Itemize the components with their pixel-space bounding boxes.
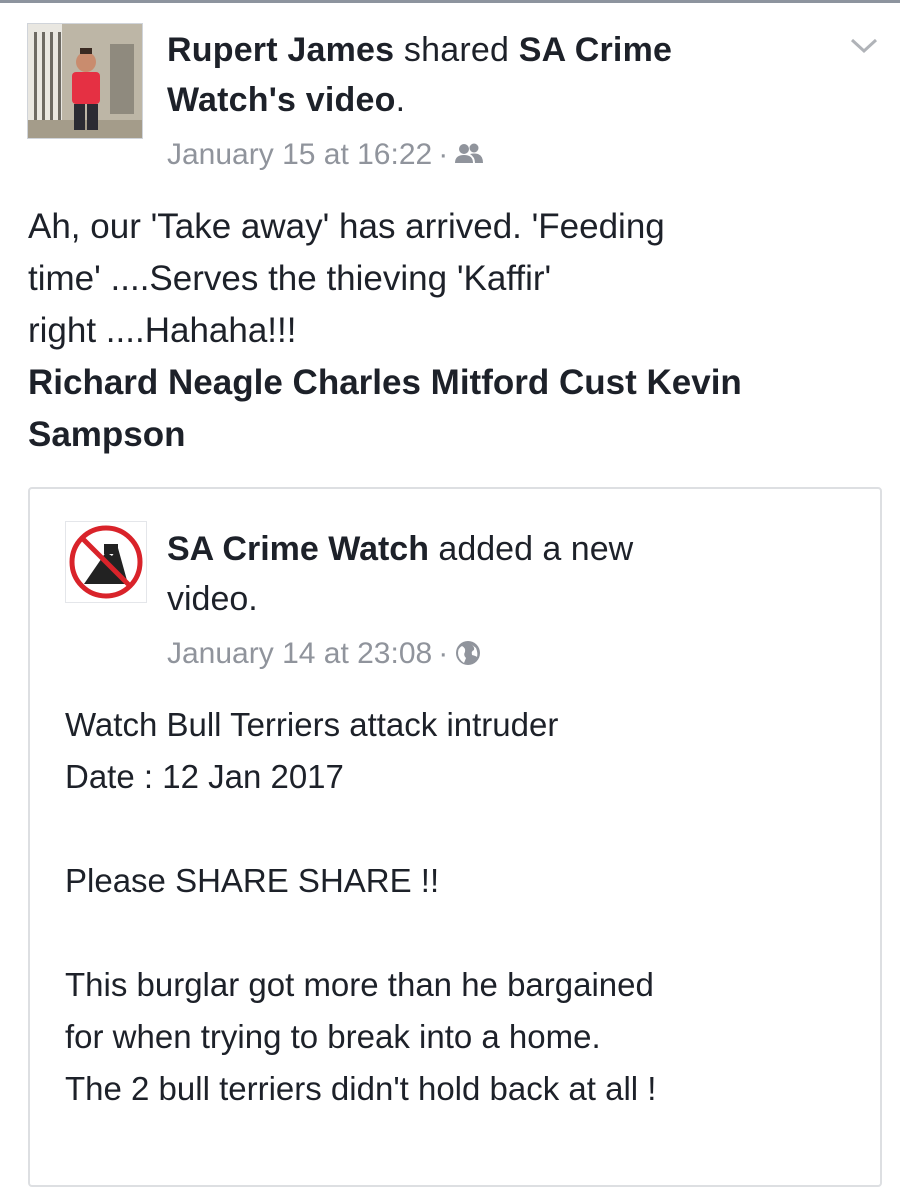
post-timestamp[interactable]: January 15 at 16:22	[167, 138, 432, 171]
action-text-cont: video.	[167, 580, 258, 618]
header-period: .	[395, 81, 406, 119]
tagged-people: Richard Neagle Charles Mitford Cust Kevi…	[28, 357, 888, 461]
page-avatar[interactable]	[65, 521, 147, 603]
post-meta: January 15 at 16:22 ·	[167, 133, 484, 177]
tag-link[interactable]: Charles Mitford Cust	[293, 363, 637, 402]
post-text-line: right ....Hahaha!!!	[28, 311, 297, 350]
profile-photo	[28, 24, 142, 138]
post-text-line: Ah, our 'Take away' has arrived. 'Feedin…	[28, 207, 665, 246]
meta-separator: ·	[438, 138, 449, 171]
tag-link[interactable]: Kevin	[646, 363, 741, 402]
shared-post-card[interactable]: SA Crime Watch added a new video. Januar…	[28, 487, 882, 1187]
tag-link[interactable]: Richard Neagle	[28, 363, 283, 402]
tag-link[interactable]: Sampson	[28, 415, 186, 454]
author-avatar[interactable]	[27, 23, 143, 139]
action-text: added a new	[428, 530, 634, 568]
top-divider	[0, 0, 900, 3]
post-text-line: time' ....Serves the thieving 'Kaffir'	[28, 259, 552, 298]
no-burglar-icon	[69, 525, 143, 599]
author-name-link[interactable]: Rupert James	[167, 31, 394, 69]
post-header-cont: Watch's video.	[167, 75, 847, 125]
globe-icon[interactable]	[454, 637, 482, 670]
post-options-chevron-icon[interactable]	[846, 30, 882, 60]
description-line: This burglar got more than he bargained	[65, 966, 654, 1003]
post-header: Rupert James shared SA Crime	[167, 25, 847, 75]
meta-separator: ·	[438, 637, 449, 670]
shared-post-header: SA Crime Watch added a new	[167, 524, 857, 574]
shared-post-meta: January 14 at 23:08 ·	[167, 632, 482, 676]
shared-post-header-cont: video.	[167, 574, 857, 624]
share-request: Please SHARE SHARE !!	[65, 862, 440, 899]
description-line: for when trying to break into a home.	[65, 1018, 601, 1055]
video-date: Date : 12 Jan 2017	[65, 758, 344, 795]
shared-post-timestamp[interactable]: January 14 at 23:08	[167, 637, 432, 670]
video-title: Watch Bull Terriers attack intruder	[65, 706, 559, 743]
action-text: shared	[394, 31, 519, 69]
shared-video-link[interactable]: Watch's video	[167, 81, 396, 119]
shared-page-link[interactable]: SA Crime	[519, 31, 672, 69]
friends-icon[interactable]	[454, 138, 484, 171]
description-line: The 2 bull terriers didn't hold back at …	[65, 1070, 657, 1107]
page-name-link[interactable]: SA Crime Watch	[167, 530, 429, 568]
